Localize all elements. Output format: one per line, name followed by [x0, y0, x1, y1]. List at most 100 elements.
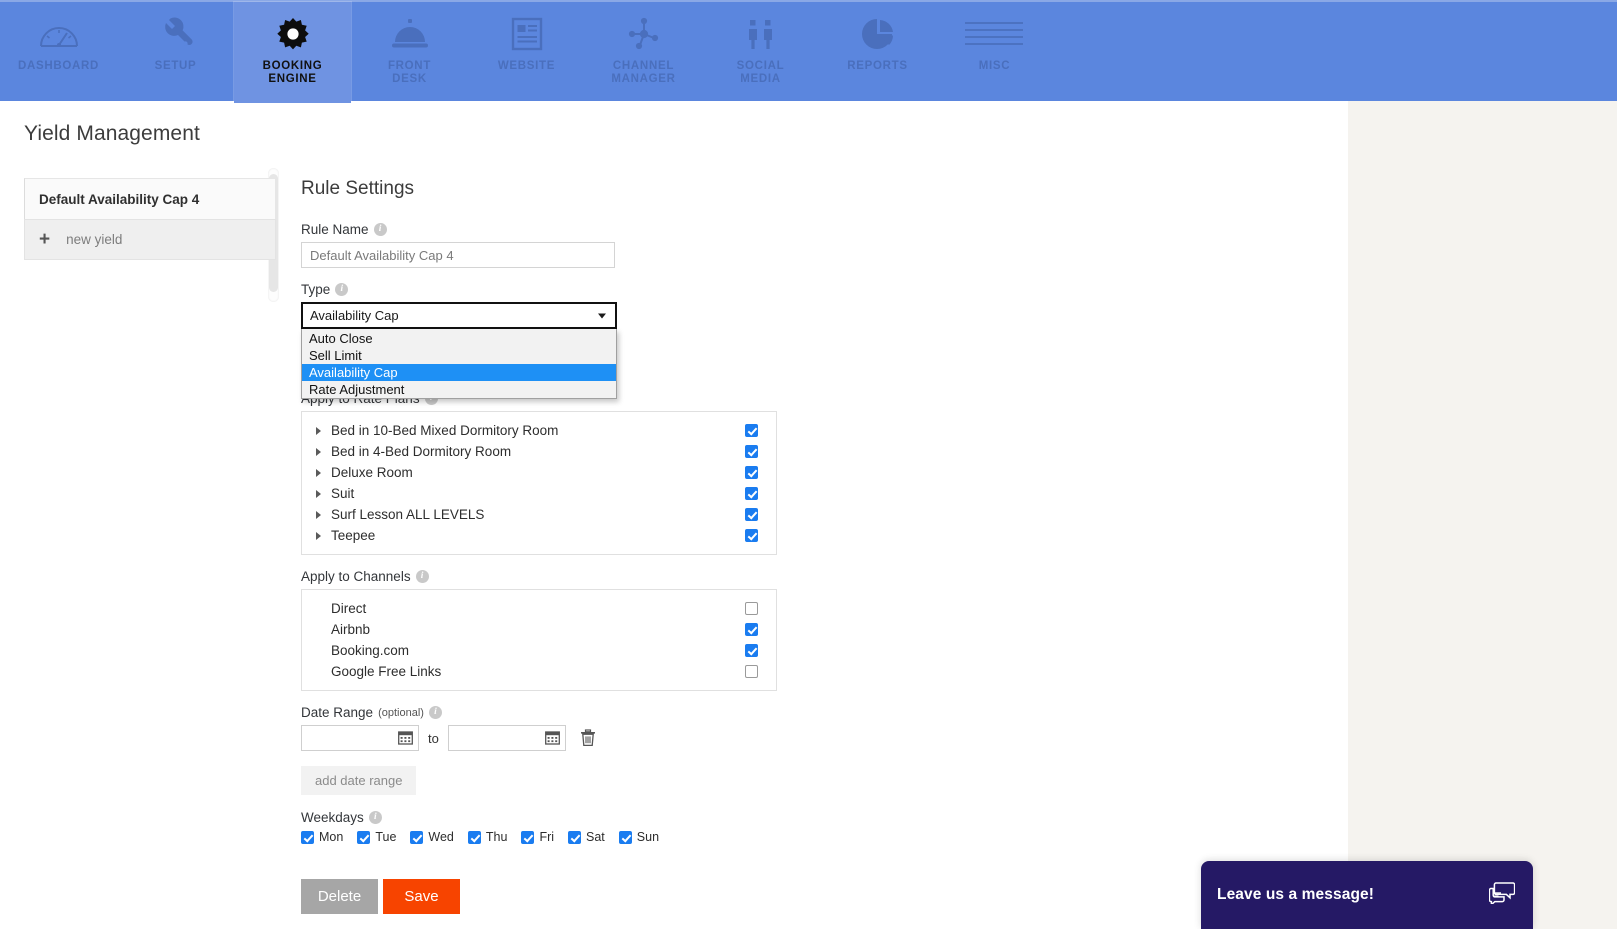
nav-item-dashboard[interactable]: DASHBOARD	[0, 2, 117, 101]
date-from-field[interactable]	[301, 725, 419, 751]
weekday-thu[interactable]: Thu	[467, 830, 507, 844]
channel-checkbox[interactable]	[745, 665, 758, 678]
nav-label: BOOKING ENGINE	[263, 60, 323, 86]
weekday-fri[interactable]: Fri	[521, 830, 554, 844]
plus-icon: +	[39, 229, 51, 250]
calendar-icon[interactable]	[544, 730, 560, 750]
date-to-field[interactable]	[447, 725, 566, 751]
new-yield-button[interactable]: + new yield	[24, 219, 276, 260]
nav-label: WEBSITE	[497, 60, 556, 72]
webpage-icon	[508, 10, 546, 58]
weekday-tue[interactable]: Tue	[357, 830, 396, 844]
chat-widget-message: Leave us a message!	[1217, 886, 1374, 903]
channel-row[interactable]: Google Free Links	[302, 661, 776, 682]
chat-widget[interactable]: Leave us a message!	[1201, 861, 1533, 929]
weekday-label: Tue	[375, 830, 397, 844]
rate-plan-checkbox[interactable]	[745, 466, 758, 479]
info-icon[interactable]: i	[428, 706, 442, 719]
delete-button[interactable]: Delete	[301, 879, 378, 914]
rate-plan-row[interactable]: Surf Lesson ALL LEVELS	[302, 504, 776, 525]
type-label: Type	[301, 282, 331, 297]
type-dropdown-list: Auto Close Sell Limit Availability Cap R…	[301, 329, 617, 399]
weekday-checkbox[interactable]	[568, 830, 582, 844]
channel-checkbox[interactable]	[745, 623, 758, 636]
rate-plan-checkbox[interactable]	[745, 445, 758, 458]
info-icon[interactable]: i	[373, 223, 387, 236]
weekday-checkbox[interactable]	[410, 830, 424, 844]
weekday-sat[interactable]: Sat	[568, 830, 605, 844]
channel-label: Direct	[331, 601, 367, 616]
nav-item-channel-manager[interactable]: CHANNEL MANAGER	[585, 2, 702, 101]
expand-arrow-icon[interactable]	[316, 489, 321, 498]
weekday-checkbox[interactable]	[618, 830, 632, 844]
rule-list-item-default-availability-cap-4[interactable]: Default Availability Cap 4	[24, 178, 276, 219]
save-button[interactable]: Save	[383, 879, 460, 914]
rate-plan-checkbox[interactable]	[745, 529, 758, 542]
nav-label-line2: ENGINE	[268, 73, 317, 85]
weekdays-group: Weekdays i Mon Tue Wed Thu Fri Sat Sun	[301, 810, 1001, 844]
type-select[interactable]: Availability Cap	[301, 302, 617, 329]
weekdays-row: Mon Tue Wed Thu Fri Sat Sun	[301, 830, 1001, 844]
weekday-wed[interactable]: Wed	[410, 830, 454, 844]
date-range-label: Date Range	[301, 705, 374, 720]
nav-item-social-media[interactable]: SOCIAL MEDIA	[702, 2, 819, 101]
weekday-checkbox[interactable]	[467, 830, 481, 844]
channel-row[interactable]: Booking.com	[302, 640, 776, 661]
rate-plan-checkbox[interactable]	[745, 508, 758, 521]
bell-icon	[388, 10, 432, 58]
weekday-mon[interactable]: Mon	[301, 830, 343, 844]
rate-plan-checkbox[interactable]	[745, 424, 758, 437]
weekday-checkbox[interactable]	[301, 830, 314, 844]
gauge-icon	[37, 10, 81, 58]
type-option-auto-close[interactable]: Auto Close	[302, 330, 616, 347]
rate-plan-label: Surf Lesson ALL LEVELS	[331, 507, 485, 522]
expand-arrow-icon[interactable]	[316, 447, 321, 456]
date-range-row: to	[301, 725, 1001, 751]
rule-name-input[interactable]	[301, 242, 615, 268]
gear-icon	[273, 10, 313, 58]
channel-checkbox[interactable]	[745, 602, 758, 615]
info-icon[interactable]: i	[415, 570, 429, 583]
delete-date-range-icon[interactable]	[580, 729, 596, 747]
type-option-rate-adjustment[interactable]: Rate Adjustment	[302, 381, 616, 398]
nav-item-setup[interactable]: SETUP	[117, 2, 234, 101]
nav-item-booking-engine[interactable]: BOOKING ENGINE	[234, 2, 351, 103]
type-option-sell-limit[interactable]: Sell Limit	[302, 347, 616, 364]
weekdays-label: Weekdays	[301, 810, 364, 825]
rate-plan-row[interactable]: Bed in 10-Bed Mixed Dormitory Room	[302, 420, 776, 441]
channels-group: Apply to Channels i Direct Airbnb Bookin…	[301, 569, 1001, 691]
channel-checkbox[interactable]	[745, 644, 758, 657]
nav-label: SETUP	[154, 60, 197, 72]
rate-plan-checkbox[interactable]	[745, 487, 758, 500]
expand-arrow-icon[interactable]	[316, 426, 321, 435]
rule-item-label: Default Availability Cap 4	[39, 191, 200, 207]
type-select-value: Availability Cap	[310, 308, 399, 323]
expand-arrow-icon[interactable]	[316, 531, 321, 540]
channels-label-row: Apply to Channels i	[301, 569, 1001, 584]
expand-arrow-icon[interactable]	[316, 468, 321, 477]
nav-label: REPORTS	[847, 60, 908, 72]
type-group: Type i Availability Cap Auto Close Sell …	[301, 282, 1001, 399]
weekday-checkbox[interactable]	[357, 830, 371, 844]
weekday-checkbox[interactable]	[521, 830, 535, 844]
rate-plan-row[interactable]: Teepee	[302, 525, 776, 546]
type-option-availability-cap[interactable]: Availability Cap	[302, 364, 616, 381]
add-date-range-button[interactable]: add date range	[301, 766, 417, 795]
nav-item-misc[interactable]: MISC	[936, 2, 1053, 101]
rate-plan-row[interactable]: Bed in 4-Bed Dormitory Room	[302, 441, 776, 462]
rate-plan-label: Deluxe Room	[331, 465, 413, 480]
calendar-icon[interactable]	[398, 730, 413, 750]
weekday-sun[interactable]: Sun	[618, 830, 659, 844]
nav-item-website[interactable]: WEBSITE	[468, 2, 585, 101]
info-icon[interactable]: i	[368, 811, 382, 824]
channel-row[interactable]: Direct	[302, 598, 776, 619]
nav-item-front-desk[interactable]: FRONT DESK	[351, 2, 468, 101]
rate-plan-row[interactable]: Deluxe Room	[302, 462, 776, 483]
expand-arrow-icon[interactable]	[316, 510, 321, 519]
info-icon[interactable]: i	[335, 283, 349, 296]
weekday-label: Fri	[539, 830, 555, 844]
date-range-separator: to	[428, 730, 439, 746]
rate-plan-row[interactable]: Suit	[302, 483, 776, 504]
channel-row[interactable]: Airbnb	[302, 619, 776, 640]
nav-item-reports[interactable]: REPORTS	[819, 2, 936, 101]
